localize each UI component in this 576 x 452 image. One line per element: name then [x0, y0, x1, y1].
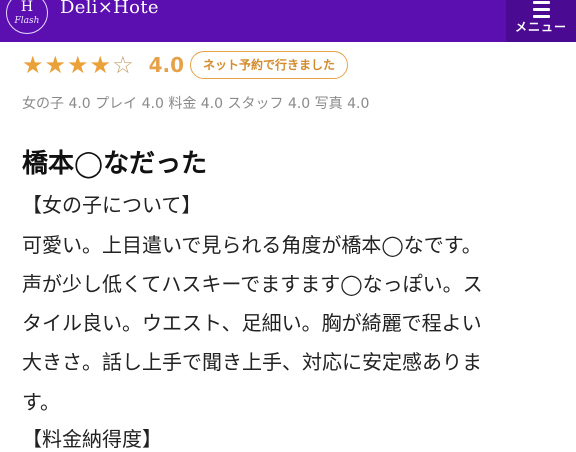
review-title: 橋本◯なだった	[22, 149, 208, 179]
menu-button[interactable]: メニュー	[506, 0, 576, 42]
review-line: 大きさ。話し上手で聞き上手、対応に安定感ありま	[22, 350, 482, 374]
sub-scores: 女の子 4.0 プレイ 4.0 料金 4.0 スタッフ 4.0 写真 4.0	[22, 96, 370, 112]
reservation-badge: ネット予約で行きました	[190, 51, 349, 79]
review-line: 可愛い。上目遣いで見られる角度が橋本◯なです。	[22, 233, 482, 257]
star-filled-icon: ★	[44, 51, 67, 79]
review-line: 【女の子について】	[22, 193, 202, 217]
star-filled-icon: ★	[67, 51, 89, 79]
site-header: H Flash Deli×Hote メニュー	[0, 0, 576, 42]
rating-row: ★ ★ ★ ★ ☆ 4.0 ネット予約で行きました	[22, 50, 349, 80]
star-filled-icon: ★	[89, 51, 112, 79]
rating-score: 4.0	[148, 53, 185, 77]
review-line: タイル良い。ウエスト、足細い。胸が綺麗で程よい	[22, 311, 482, 335]
review-line: す。	[22, 390, 60, 414]
review-section-heading: 【料金納得度】	[22, 427, 162, 451]
review-line: 声が少し低くてハスキーでますます◯なっぽい。ス	[22, 272, 483, 296]
star-filled-icon: ★	[22, 51, 44, 79]
star-rating: ★ ★ ★ ★ ☆	[22, 53, 135, 77]
star-empty-icon: ☆	[112, 51, 134, 79]
logo-script: Flash	[14, 16, 40, 26]
site-logo[interactable]: H Flash	[6, 0, 48, 34]
menu-label: メニュー	[514, 20, 567, 34]
site-title[interactable]: Deli×Hote	[60, 0, 159, 18]
logo-letter: H	[20, 0, 34, 15]
